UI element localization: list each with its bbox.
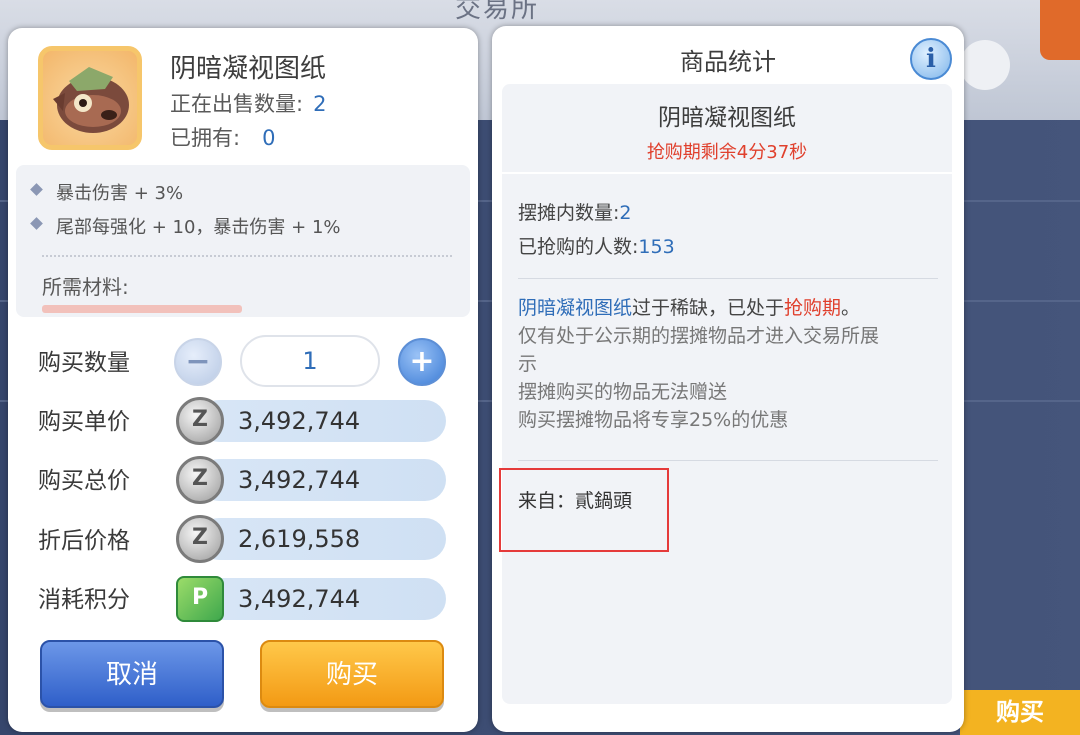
section-divider bbox=[518, 278, 938, 279]
stats-divider bbox=[42, 255, 452, 257]
quantity-decrease-button[interactable]: − bbox=[174, 338, 222, 386]
panel-title: 商品统计 bbox=[680, 48, 776, 76]
header-separator bbox=[502, 172, 952, 174]
buy-button[interactable]: 购买 bbox=[260, 640, 444, 708]
quantity-input[interactable]: 1 bbox=[240, 335, 380, 387]
item-stats-box[interactable]: 暴击伤害 + 3% 尾部每强化 + 10，暴击伤害 + 1% 所需材料: bbox=[16, 165, 470, 317]
quantity-label: 购买数量 bbox=[38, 350, 130, 376]
notice-item-link[interactable]: 阴暗凝视图纸 bbox=[518, 297, 632, 319]
owned-label: 已拥有: bbox=[170, 126, 241, 150]
stat-line: 尾部每强化 + 10，暴击伤害 + 1% bbox=[30, 213, 341, 239]
stats-item-name: 阴暗凝视图纸 bbox=[658, 105, 796, 131]
item-name: 阴暗凝视图纸 bbox=[170, 54, 327, 84]
stats-content: 阴暗凝视图纸 抢购期剩余4分37秒 摆摊内数量:2 已抢购的人数:153 阴暗凝… bbox=[499, 84, 952, 704]
stall-quantity-value: 2 bbox=[619, 202, 632, 224]
quantity-increase-button[interactable]: + bbox=[398, 338, 446, 386]
zeny-coin-icon: Z bbox=[176, 456, 224, 504]
points-label: 消耗积分 bbox=[38, 587, 130, 613]
rush-notice: 阴暗凝视图纸过于稀缺，已处于抢购期。 bbox=[518, 294, 860, 322]
plus-icon: + bbox=[409, 344, 435, 379]
stats-panel: 商品统计 i 阴暗凝视图纸 抢购期剩余4分37秒 摆摊内数量:2 已抢购的人数:… bbox=[492, 26, 964, 732]
notice-phase: 抢购期 bbox=[784, 297, 842, 319]
item-thumbnail bbox=[38, 46, 142, 150]
background-close-tab[interactable] bbox=[1040, 0, 1080, 60]
purchase-panel: 阴暗凝视图纸 正在出售数量: 2 已拥有: 0 暴击伤害 + 3% 尾部每强化 + … bbox=[8, 28, 478, 732]
stat-text: 暴击伤害 + 3% bbox=[56, 183, 184, 204]
info-icon[interactable]: i bbox=[910, 38, 952, 80]
source-text: 来自：貳鍋頭 bbox=[518, 490, 633, 512]
buyers-row: 已抢购的人数:153 bbox=[518, 232, 675, 259]
section-divider bbox=[518, 460, 938, 461]
on-sale-row: 正在出售数量: 2 bbox=[170, 88, 326, 118]
rush-timer: 抢购期剩余4分37秒 bbox=[646, 142, 808, 163]
materials-label: 所需材料: bbox=[42, 275, 129, 299]
minus-icon: − bbox=[185, 344, 211, 379]
background-title: 交易所 bbox=[455, 0, 540, 24]
notice-line: 示 bbox=[518, 353, 538, 375]
notice-line: 仅有处于公示期的摆摊物品才进入交易所展 bbox=[518, 325, 880, 347]
buyers-value: 153 bbox=[638, 236, 675, 258]
notice-line: 摆摊购买的物品无法赠送 bbox=[518, 381, 728, 403]
notice-end: 。 bbox=[841, 297, 861, 319]
diamond-bullet-icon bbox=[30, 217, 43, 230]
background-search-button[interactable] bbox=[960, 40, 1010, 90]
discount-price-label: 折后价格 bbox=[38, 528, 130, 554]
cancel-button[interactable]: 取消 bbox=[40, 640, 224, 708]
stall-quantity-row: 摆摊内数量:2 bbox=[518, 198, 632, 225]
fish-monster-icon bbox=[53, 67, 129, 133]
notice-line: 购买摆摊物品将专享25%的优惠 bbox=[518, 409, 789, 431]
zeny-coin-icon: Z bbox=[176, 515, 224, 563]
stall-quantity-label: 摆摊内数量: bbox=[518, 202, 620, 224]
stat-line: 暴击伤害 + 3% bbox=[30, 179, 184, 205]
notice-text: 过于稀缺，已处于 bbox=[632, 297, 785, 319]
unit-price-value: 3,492,744 bbox=[198, 400, 446, 442]
materials-list-peek bbox=[42, 305, 242, 313]
owned-count: 0 bbox=[262, 126, 276, 150]
points-value: 3,492,744 bbox=[198, 578, 446, 620]
owned-row: 已拥有: 0 bbox=[170, 122, 275, 152]
background-buy-button[interactable]: 购买 bbox=[960, 690, 1080, 735]
stat-text: 尾部每强化 + 10，暴击伤害 + 1% bbox=[56, 217, 341, 238]
diamond-bullet-icon bbox=[30, 183, 43, 196]
on-sale-count: 2 bbox=[313, 92, 327, 116]
unit-price-label: 购买单价 bbox=[38, 409, 130, 435]
point-card-icon: P bbox=[176, 576, 224, 622]
buyers-label: 已抢购的人数: bbox=[518, 236, 639, 258]
zeny-coin-icon: Z bbox=[176, 397, 224, 445]
on-sale-label: 正在出售数量: bbox=[170, 92, 304, 116]
discount-price-value: 2,619,558 bbox=[198, 518, 446, 560]
total-price-label: 购买总价 bbox=[38, 468, 130, 494]
total-price-value: 3,492,744 bbox=[198, 459, 446, 501]
